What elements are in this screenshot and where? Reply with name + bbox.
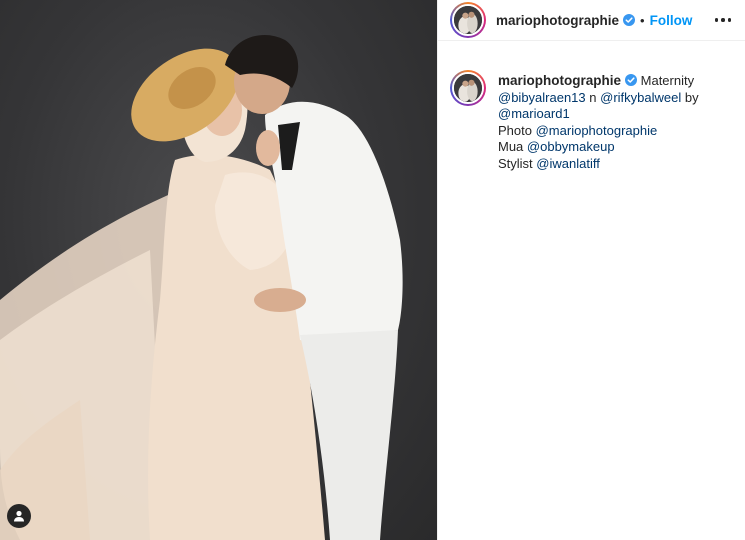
mention-link[interactable]: @mariophotographie bbox=[536, 123, 658, 138]
mention-link[interactable]: @iwanlatiff bbox=[536, 156, 600, 171]
user-tag-icon bbox=[14, 510, 24, 522]
post-side-panel: mariophotographie • Follow mariophotogra… bbox=[437, 0, 745, 540]
caption-text: mariophotographie Maternity @bibyalraen1… bbox=[498, 73, 699, 172]
mention-link[interactable]: @rifkybalweel bbox=[600, 90, 681, 105]
post-caption: mariophotographie Maternity @bibyalraen1… bbox=[438, 41, 745, 172]
caption-username[interactable]: mariophotographie bbox=[498, 73, 621, 88]
verified-badge-icon bbox=[625, 74, 638, 86]
caption-avatar[interactable] bbox=[450, 70, 486, 106]
post-photo[interactable] bbox=[0, 0, 437, 540]
verified-badge-icon bbox=[623, 14, 636, 26]
profile-avatar[interactable] bbox=[450, 2, 486, 38]
caption-word: Photo bbox=[498, 122, 532, 138]
header-username[interactable]: mariophotographie bbox=[496, 13, 619, 28]
separator-dot: • bbox=[640, 12, 645, 28]
follow-button[interactable]: Follow bbox=[650, 13, 693, 28]
mention-link[interactable]: @obbymakeup bbox=[527, 139, 615, 154]
caption-word: Maternity bbox=[640, 73, 695, 88]
mention-link[interactable]: @bibyalraen13 bbox=[498, 90, 586, 105]
caption-word: Stylist bbox=[498, 155, 533, 171]
caption-word: Mua bbox=[498, 139, 524, 154]
user-tag-button[interactable] bbox=[7, 504, 31, 528]
mention-link[interactable]: @marioard1 bbox=[498, 106, 570, 121]
more-options-icon[interactable] bbox=[713, 10, 733, 30]
maternity-photo bbox=[0, 34, 403, 540]
caption-word: n bbox=[589, 89, 597, 105]
caption-word: by bbox=[684, 89, 699, 105]
instagram-post: mariophotographie • Follow mariophotogra… bbox=[0, 0, 745, 540]
post-header: mariophotographie • Follow bbox=[438, 0, 745, 41]
